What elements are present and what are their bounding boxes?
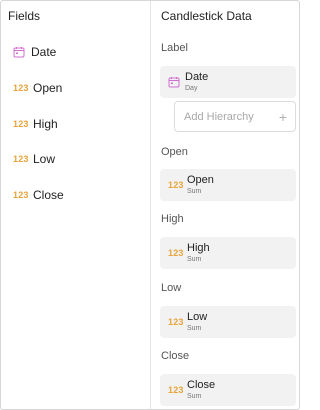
section-label-label: Label [161,42,188,54]
section-label-close: Close [161,350,190,362]
field-label: Open [33,81,63,95]
field-label: High [33,117,58,131]
section-label-high: High [161,213,184,225]
data-panel-title: Candlestick Data [161,9,252,23]
field-label: Low [33,152,56,166]
calendar-icon [168,76,180,88]
field-label: Close [33,188,64,202]
field-item-low[interactable]: 123 Low [13,149,143,169]
numeric-icon: 123 [168,180,184,190]
fields-panel: Fields Date 123 Open 123 High 123 Low 12… [1,1,151,409]
slot-name: Low [187,311,208,323]
open-slot[interactable]: 123 Open Sum [160,169,296,201]
slot-name: Close [187,379,216,391]
slot-aggregation: Sum [187,393,202,400]
low-slot[interactable]: 123 Low Sum [160,306,296,338]
numeric-icon: 123 [13,154,29,164]
slot-aggregation: Sum [187,188,202,195]
numeric-icon: 123 [13,119,29,129]
slot-name: High [187,242,210,254]
add-hierarchy-placeholder: Add Hierarchy [184,110,254,123]
slot-name: Open [187,174,214,186]
slot-aggregation: Day [185,85,198,92]
section-label-low: Low [161,282,182,294]
numeric-icon: 123 [13,190,29,200]
close-slot[interactable]: 123 Close Sum [160,374,296,406]
plus-icon: + [278,108,287,125]
field-item-high[interactable]: 123 High [13,114,143,134]
field-item-date[interactable]: Date [13,42,143,62]
numeric-icon: 123 [13,83,29,93]
slot-name: Date [185,71,209,83]
numeric-icon: 123 [168,248,184,258]
slot-aggregation: Sum [187,325,202,332]
numeric-icon: 123 [168,385,184,395]
numeric-icon: 123 [168,317,184,327]
section-label-open: Open [161,146,188,158]
fields-panel-title: Fields [8,9,41,23]
high-slot[interactable]: 123 High Sum [160,237,296,269]
candlestick-data-panel: Candlestick Data Label Date Day Add Hier… [151,1,299,409]
label-slot-date[interactable]: Date Day [160,66,296,98]
calendar-icon [13,46,25,58]
add-hierarchy-button[interactable]: Add Hierarchy + [174,101,296,132]
field-label: Date [31,45,57,59]
slot-aggregation: Sum [187,256,202,263]
field-item-open[interactable]: 123 Open [13,78,143,98]
fields-editor: Fields Date 123 Open 123 High 123 Low 12… [0,0,300,410]
field-item-close[interactable]: 123 Close [13,185,143,205]
